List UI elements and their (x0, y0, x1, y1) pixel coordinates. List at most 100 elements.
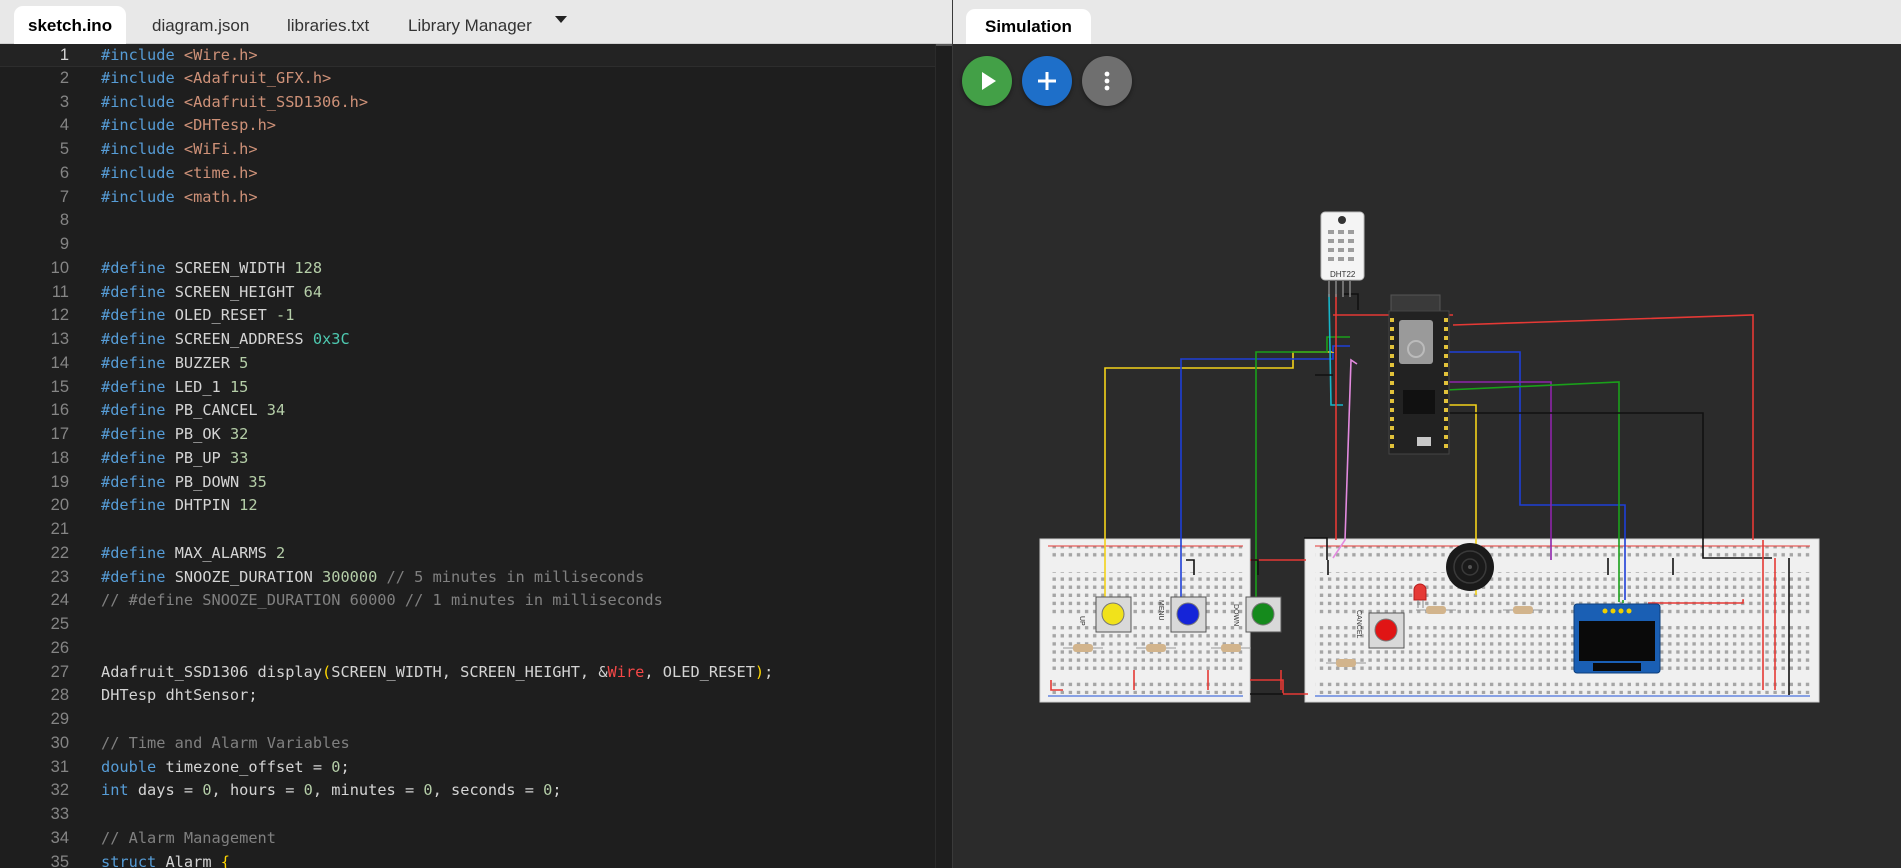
tab-library-manager[interactable]: Library Manager (394, 6, 546, 44)
line-number: 10 (50, 258, 69, 277)
code-line[interactable]: 2 #include <Adafruit_GFX.h> (0, 67, 935, 91)
code-line[interactable]: 20 #define DHTPIN 12 (0, 494, 935, 518)
code-line[interactable]: 19 #define PB_DOWN 35 (0, 471, 935, 495)
code-token: -1 (276, 306, 295, 325)
line-number: 21 (50, 520, 69, 538)
line-code: // #define SNOOZE_DURATION 60000 // 1 mi… (101, 589, 663, 613)
pushbutton-cancel-label: CANCEL (1355, 610, 1362, 639)
breadboard-left[interactable] (1039, 538, 1251, 703)
tab-sketch-ino[interactable]: sketch.ino (14, 6, 127, 44)
line-code: #include <Adafruit_SSD1306.h> (101, 91, 368, 115)
code-line[interactable]: 16 #define PB_CANCEL 34 (0, 399, 935, 423)
line-code: #include <time.h> (101, 162, 258, 186)
line-number: 16 (50, 401, 69, 420)
code-line[interactable]: 10 #define SCREEN_WIDTH 128 (0, 257, 935, 281)
code-line[interactable]: 11 #define SCREEN_HEIGHT 64 (0, 281, 935, 305)
line-code: #define MAX_ALARMS 2 (101, 542, 285, 566)
code-line[interactable]: 4 #include <DHTesp.h> (0, 114, 935, 138)
circuit-diagram-canvas[interactable]: 2 DHT22 (953, 44, 1901, 868)
code-line[interactable]: 1 #include <Wire.h> (0, 44, 935, 67)
code-line[interactable]: 35 struct Alarm { (0, 851, 935, 868)
tab-simulation[interactable]: Simulation (966, 9, 1091, 44)
code-token: 0 (303, 781, 313, 800)
code-token: <WiFi.h> (183, 140, 258, 158)
code-line[interactable]: 27 Adafruit_SSD1306 display(SCREEN_WIDTH,… (0, 661, 935, 685)
dht22-sensor[interactable]: DHT22 (1320, 211, 1365, 297)
code-line[interactable]: 6 #include <time.h> (0, 162, 935, 186)
code-token: #define (101, 377, 175, 396)
code-token: 34 (266, 401, 286, 420)
line-code: #include <DHTesp.h> (101, 114, 276, 138)
code-line[interactable]: 24 // #define SNOOZE_DURATION 60000 // 1 … (0, 589, 935, 613)
plus-icon (1038, 72, 1056, 90)
line-code: #define SCREEN_HEIGHT 64 (101, 281, 322, 305)
code-line[interactable]: 9 (0, 233, 935, 257)
line-code: #define PB_DOWN 35 (101, 471, 267, 495)
code-token: #define (101, 472, 175, 491)
code-line[interactable]: 31 double timezone_offset = 0; (0, 756, 935, 780)
tab-libraries-txt[interactable]: libraries.txt (273, 6, 383, 44)
code-token: #define (101, 282, 175, 301)
code-token: 0 (423, 781, 433, 800)
oled-display[interactable] (1573, 603, 1661, 674)
line-code: struct Alarm { (101, 851, 230, 868)
code-token: timezone_offset = (156, 757, 332, 776)
code-token: 15 (229, 377, 249, 396)
code-line[interactable]: 15 #define LED_1 15 (0, 376, 935, 400)
code-token: ( (322, 662, 332, 681)
code-line[interactable]: 21 (0, 518, 935, 542)
line-number: 25 (50, 615, 69, 633)
code-line[interactable]: 7 #include <math.h> (0, 186, 935, 210)
code-line[interactable]: 14 #define BUZZER 5 (0, 352, 935, 376)
line-code: #define DHTPIN 12 (101, 494, 258, 518)
code-token: Alarm (156, 852, 221, 868)
code-line[interactable]: 5 #include <WiFi.h> (0, 138, 935, 162)
line-number: 28 (50, 686, 69, 705)
code-line[interactable]: 22 #define MAX_ALARMS 2 (0, 542, 935, 566)
code-token: <Adafruit_SSD1306.h> (183, 92, 369, 111)
code-line[interactable]: 23 #define SNOOZE_DURATION 300000 // 5 mi… (0, 566, 935, 590)
code-line[interactable]: 3 #include <Adafruit_SSD1306.h> (0, 91, 935, 115)
line-code: #define SCREEN_WIDTH 128 (101, 257, 322, 281)
code-line[interactable]: 32 int days = 0, hours = 0, minutes = 0, … (0, 779, 935, 803)
tab-diagram-json[interactable]: diagram.json (138, 6, 263, 44)
code-token: #include (101, 140, 184, 158)
line-code: #define PB_UP 33 (101, 447, 248, 471)
code-line[interactable]: 25 (0, 613, 935, 637)
buzzer[interactable] (1446, 543, 1494, 591)
editor-vertical-scrollbar[interactable] (935, 44, 952, 868)
code-text-area[interactable]: 1 #include <Wire.h> 2 #include <Adafruit_GF… (0, 44, 935, 868)
start-simulation-button[interactable] (962, 56, 1012, 106)
code-token: #define (101, 448, 175, 467)
code-token: { (220, 852, 230, 868)
code-token: #define (101, 425, 175, 443)
tabs-dropdown-caret-icon[interactable] (555, 16, 567, 23)
add-part-button[interactable] (1022, 56, 1072, 106)
code-line[interactable]: 34 // Alarm Management (0, 827, 935, 851)
code-line[interactable]: 13 #define SCREEN_ADDRESS 0x3C (0, 328, 935, 352)
more-options-button[interactable] (1082, 56, 1132, 106)
line-code: #include <Wire.h> (101, 44, 258, 68)
code-token: , hours = (211, 781, 304, 800)
line-code: #define BUZZER 5 (101, 352, 248, 376)
line-code: #define PB_CANCEL 34 (101, 399, 285, 423)
editor-tab-bar: sketch.ino diagram.json libraries.txt Li… (0, 0, 952, 44)
code-line[interactable]: 30 // Time and Alarm Variables (0, 732, 935, 756)
kebab-menu-icon (1104, 71, 1110, 91)
code-line[interactable]: 33 (0, 803, 935, 827)
code-line[interactable]: 26 (0, 637, 935, 661)
code-token: #include (101, 187, 184, 206)
code-token: <time.h> (183, 163, 258, 182)
code-line[interactable]: 8 (0, 209, 935, 233)
code-token: PB_UP (174, 448, 230, 467)
code-line[interactable]: 28 DHTesp dhtSensor; (0, 684, 935, 708)
esp32-devkit[interactable]: 2 (1388, 294, 1450, 455)
code-line[interactable]: 12 #define OLED_RESET -1 (0, 304, 935, 328)
line-code: Adafruit_SSD1306 display(SCREEN_WIDTH, S… (101, 661, 773, 685)
code-line[interactable]: 17 #define PB_OK 32 (0, 423, 935, 447)
code-token: <DHTesp.h> (183, 116, 276, 135)
code-token: DHTesp dhtSensor; (101, 686, 258, 705)
line-number: 32 (50, 781, 69, 800)
code-line[interactable]: 29 (0, 708, 935, 732)
code-line[interactable]: 18 #define PB_UP 33 (0, 447, 935, 471)
